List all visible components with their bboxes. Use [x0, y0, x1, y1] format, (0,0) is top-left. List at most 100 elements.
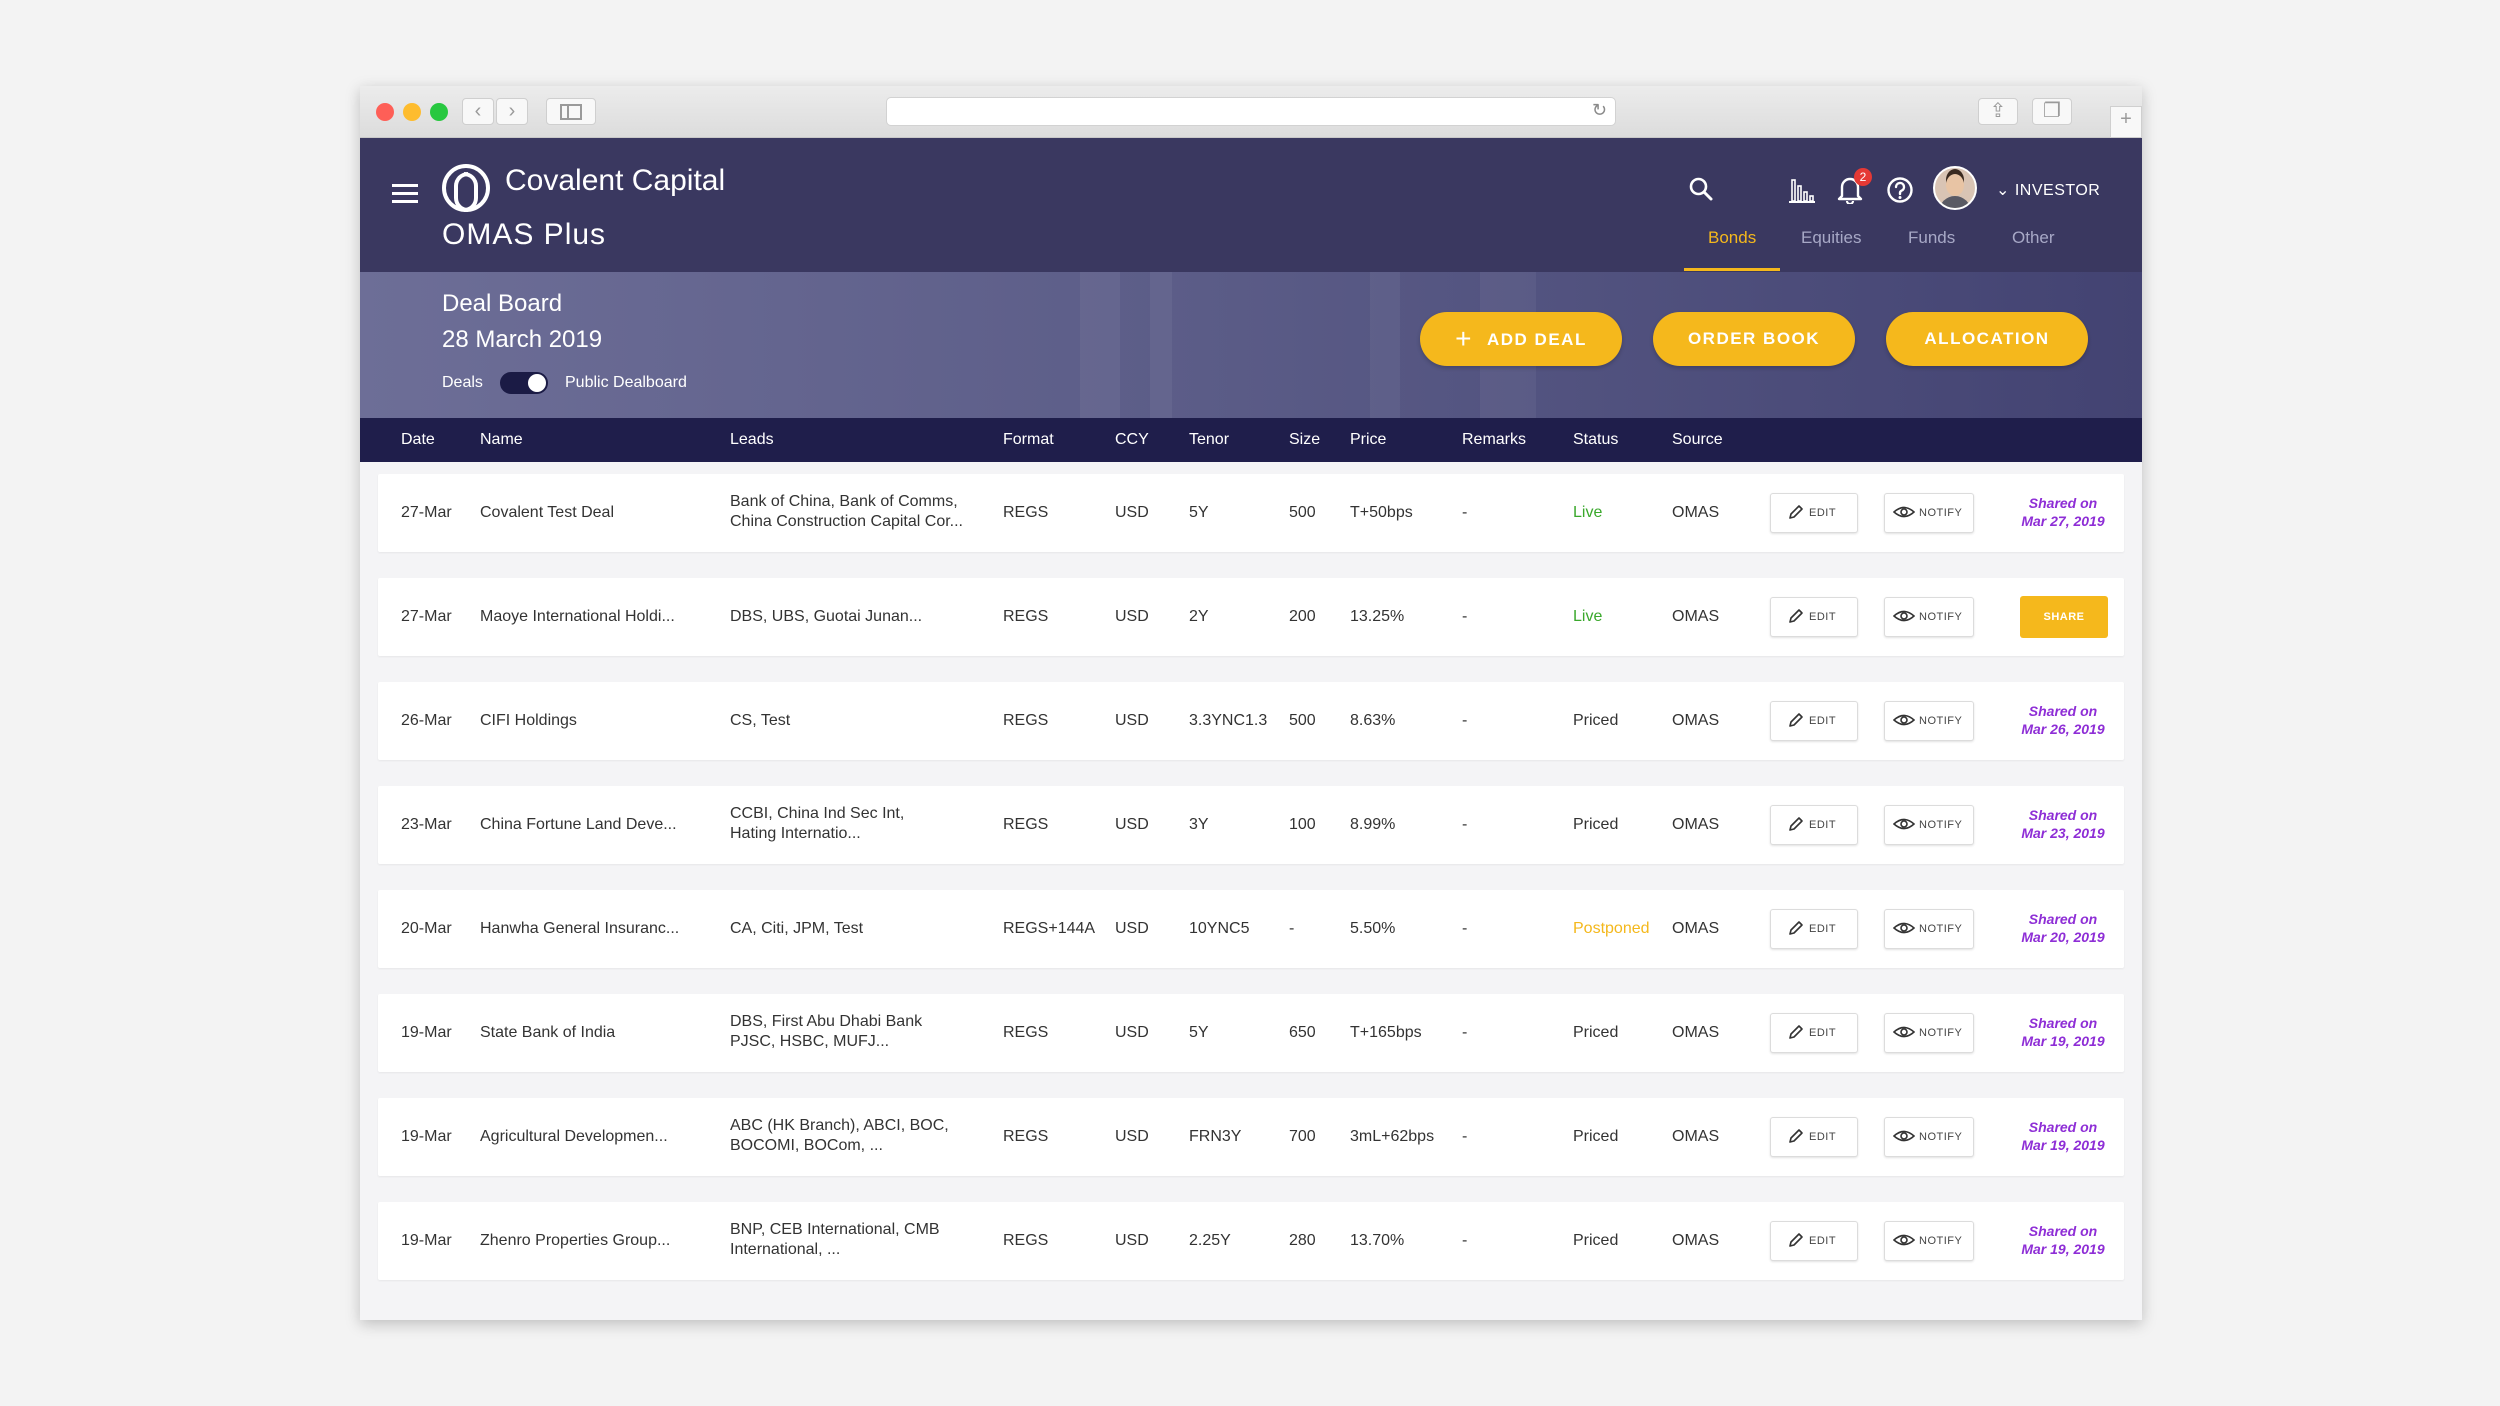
board-date: 28 March 2019 [442, 326, 603, 353]
notify-button[interactable]: NOTIFY [1884, 909, 1974, 949]
tab-bonds[interactable]: Bonds [1708, 228, 1756, 248]
table-row[interactable]: 19-Mar Zhenro Properties Group... BNP, C… [378, 1202, 2124, 1280]
deal-name[interactable]: Agricultural Developmen... [480, 1128, 668, 1146]
close-window-button[interactable] [376, 103, 394, 121]
column-header-ccy[interactable]: CCY [1115, 431, 1149, 449]
deal-ccy: USD [1115, 1232, 1149, 1249]
notify-button[interactable]: NOTIFY [1884, 1221, 1974, 1261]
minimize-window-button[interactable] [403, 103, 421, 121]
address-bar[interactable]: ↻ [886, 97, 1616, 126]
table-row[interactable]: 19-Mar Agricultural Developmen... ABC (H… [378, 1098, 2124, 1176]
column-header-name[interactable]: Name [480, 431, 523, 449]
table-row[interactable]: 27-Mar Maoye International Holdi... DBS,… [378, 578, 2124, 656]
add-deal-button[interactable]: + ADD DEAL [1420, 312, 1622, 366]
notify-label: NOTIFY [1919, 715, 1963, 727]
new-tab-icon[interactable]: + [2110, 106, 2142, 138]
table-row[interactable]: 20-Mar Hanwha General Insuranc... CA, Ci… [378, 890, 2124, 968]
reload-icon[interactable]: ↻ [1592, 100, 1607, 121]
notify-button[interactable]: NOTIFY [1884, 1013, 1974, 1053]
table-row[interactable]: 27-Mar Covalent Test Deal Bank of China,… [378, 474, 2124, 552]
back-arrow-icon[interactable]: ‹ [462, 98, 494, 125]
tab-equities[interactable]: Equities [1801, 228, 1861, 248]
notify-button[interactable]: NOTIFY [1884, 1117, 1974, 1157]
column-header-source[interactable]: Source [1672, 431, 1723, 449]
edit-button[interactable]: EDIT [1770, 597, 1858, 637]
deal-format: REGS [1003, 1128, 1049, 1145]
notify-button[interactable]: NOTIFY [1884, 701, 1974, 741]
help-icon[interactable] [1886, 176, 1914, 204]
chevron-down-icon: ⌄ [1996, 182, 2010, 199]
analytics-chart-icon[interactable] [1786, 174, 1816, 204]
column-header-size[interactable]: Size [1289, 431, 1320, 449]
notify-label: NOTIFY [1919, 611, 1963, 623]
column-header-status[interactable]: Status [1573, 431, 1618, 449]
deal-name[interactable]: Covalent Test Deal [480, 504, 614, 522]
column-header-price[interactable]: Price [1350, 431, 1386, 449]
deal-tenor: 5Y [1189, 1024, 1209, 1041]
share-button[interactable]: SHARE [2020, 596, 2108, 638]
notify-button[interactable]: NOTIFY [1884, 805, 1974, 845]
plus-icon: + [1455, 323, 1473, 354]
deal-name[interactable]: Maoye International Holdi... [480, 608, 675, 626]
deal-source: OMAS [1672, 608, 1720, 625]
deal-status: Postponed [1573, 920, 1650, 937]
eye-icon [1892, 818, 1916, 830]
edit-label: EDIT [1809, 819, 1837, 831]
column-header-date[interactable]: Date [401, 431, 435, 449]
deal-size: 500 [1289, 712, 1316, 729]
deals-public-toggle[interactable] [500, 372, 548, 394]
deal-price: 13.25% [1350, 608, 1405, 625]
tab-funds[interactable]: Funds [1908, 228, 1955, 248]
deal-name[interactable]: Hanwha General Insuranc... [480, 920, 679, 938]
table-row[interactable]: 19-Mar State Bank of India DBS, First Ab… [378, 994, 2124, 1072]
eye-icon [1892, 610, 1916, 622]
order-book-button[interactable]: ORDER BOOK [1653, 312, 1855, 366]
hamburger-menu-icon[interactable] [392, 184, 418, 208]
edit-button[interactable]: EDIT [1770, 1117, 1858, 1157]
deal-name[interactable]: State Bank of India [480, 1024, 615, 1042]
tab-other[interactable]: Other [2012, 228, 2055, 248]
deal-leads: CS, Test [730, 712, 791, 729]
deal-status: Priced [1573, 1024, 1619, 1041]
table-row[interactable]: 26-Mar CIFI Holdings CS, Test REGS USD 3… [378, 682, 2124, 760]
edit-button[interactable]: EDIT [1770, 493, 1858, 533]
deal-source: OMAS [1672, 816, 1720, 833]
deal-status: Priced [1573, 712, 1619, 729]
shared-on-label: Shared on Mar 19, 2019 [2021, 1223, 2105, 1257]
deal-leads: CA, Citi, JPM, Test [730, 920, 864, 937]
allocation-button[interactable]: ALLOCATION [1886, 312, 2088, 366]
column-header-tenor[interactable]: Tenor [1189, 431, 1229, 449]
column-header-remarks[interactable]: Remarks [1462, 431, 1526, 449]
deal-price: T+50bps [1350, 504, 1413, 521]
deal-date: 20-Mar [401, 920, 452, 937]
edit-button[interactable]: EDIT [1770, 701, 1858, 741]
edit-button[interactable]: EDIT [1770, 909, 1858, 949]
deal-remarks: - [1462, 1232, 1468, 1249]
deal-board-banner: Deal Board 28 March 2019 Deals Public De… [360, 272, 2142, 418]
notify-button[interactable]: NOTIFY [1884, 493, 1974, 533]
search-icon[interactable] [1688, 176, 1714, 202]
user-avatar[interactable] [1933, 166, 1977, 210]
table-row[interactable]: 23-Mar China Fortune Land Deve... CCBI, … [378, 786, 2124, 864]
sidebar-toggle-icon[interactable] [546, 98, 596, 125]
deal-name[interactable]: CIFI Holdings [480, 712, 577, 730]
deal-format: REGS+144A [1003, 920, 1096, 937]
edit-button[interactable]: EDIT [1770, 1013, 1858, 1053]
forward-arrow-icon[interactable]: › [496, 98, 528, 125]
column-header-leads[interactable]: Leads [730, 431, 774, 449]
toggle-label-deals: Deals [442, 374, 483, 391]
deal-remarks: - [1462, 816, 1468, 833]
notify-button[interactable]: NOTIFY [1884, 597, 1974, 637]
maximize-window-button[interactable] [430, 103, 448, 121]
notify-label: NOTIFY [1919, 819, 1963, 831]
pencil-icon [1789, 713, 1803, 727]
toggle-label-public-dealboard: Public Dealboard [565, 374, 687, 391]
role-selector[interactable]: ⌄ INVESTOR [1996, 180, 2100, 200]
share-page-icon[interactable]: ⇪ [1978, 98, 2018, 125]
edit-button[interactable]: EDIT [1770, 1221, 1858, 1261]
tabs-overview-icon[interactable]: ❐ [2032, 98, 2072, 125]
edit-button[interactable]: EDIT [1770, 805, 1858, 845]
deal-name[interactable]: China Fortune Land Deve... [480, 816, 677, 834]
deal-name[interactable]: Zhenro Properties Group... [480, 1232, 670, 1250]
column-header-format[interactable]: Format [1003, 431, 1054, 449]
